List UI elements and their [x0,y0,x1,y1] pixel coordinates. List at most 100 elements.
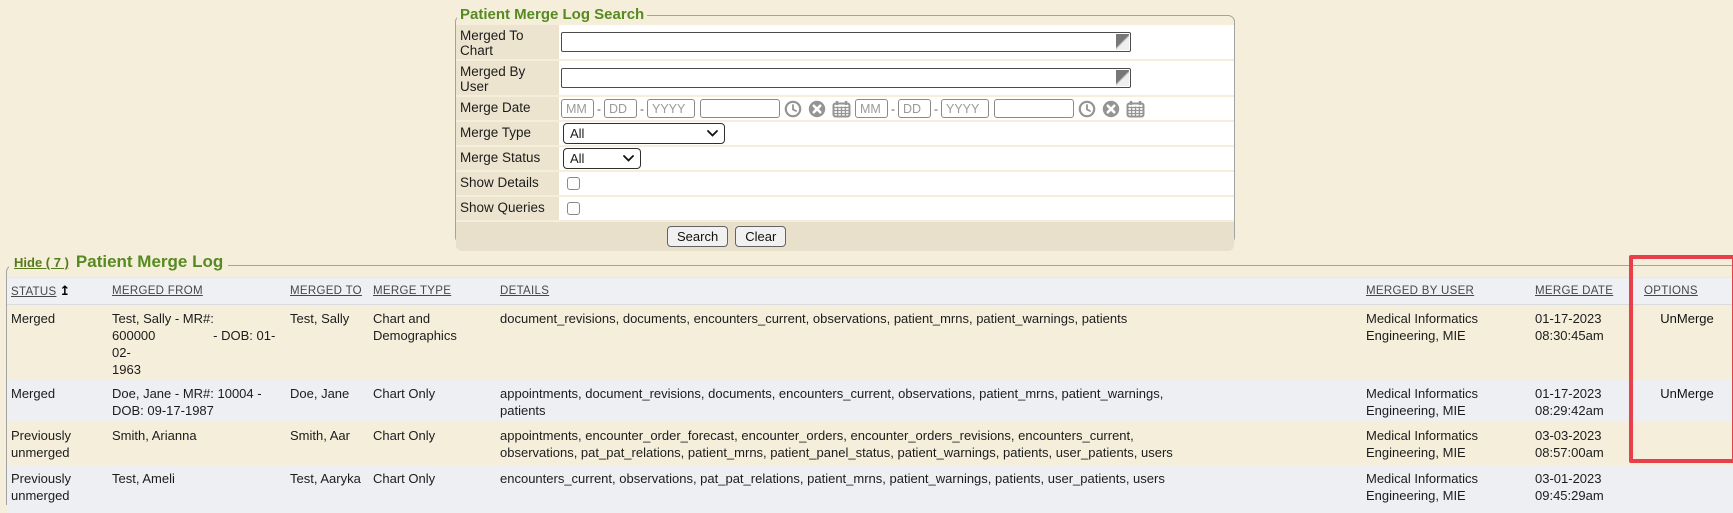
column-header-merged-to[interactable]: MERGED TO [290,285,362,297]
row-show-details: Show Details [456,172,1234,197]
details-cell: encounters_current, observations, pat_pa… [496,465,1362,513]
show-details-checkbox[interactable] [567,177,580,190]
date-separator: - [597,102,601,116]
merge-type-cell: Chart Only [369,422,496,465]
date-separator: - [891,102,895,116]
options-cell [1640,422,1733,465]
log-section-title: Patient Merge Log [76,252,223,272]
chevron-down-icon [707,130,718,137]
clear-button[interactable]: Clear [735,226,786,247]
sort-ascending-icon: ↥ [59,284,70,299]
merge-date-cell: 03-01-2023 09:45:29am [1531,465,1640,513]
form-button-bar: Search Clear [456,222,1234,251]
merged-to-chart-label: Merged To Chart [456,25,559,59]
merged-to-cell: Test, Sally [286,305,369,381]
clear-date-icon[interactable] [1102,100,1120,118]
clock-icon[interactable] [784,100,802,118]
merge-date-cell: 01-17-2023 08:29:42am [1531,380,1640,422]
merged-by-user-label: Merged By User [456,61,559,95]
merge-date-end-day-input[interactable] [898,99,931,118]
table-row: Previously unmerged Test, Ameli Test, Aa… [7,465,1733,513]
merge-date-start-time-input[interactable] [700,99,780,118]
chevron-down-icon [623,155,634,162]
show-details-label: Show Details [456,172,559,195]
unmerge-link[interactable]: UnMerge [1660,311,1713,326]
merged-from-cell: Test, Sally - MR#: 600000 - DOB: 01-02- … [108,305,286,381]
search-button[interactable]: Search [667,226,728,247]
row-merge-type: Merge Type All [456,122,1234,147]
table-row: Merged Test, Sally - MR#: 600000 - DOB: … [7,305,1733,381]
unmerge-link[interactable]: UnMerge [1660,386,1713,401]
merge-date-start-year-input[interactable] [647,99,695,118]
merged-from-cell: Doe, Jane - MR#: 10004 - DOB: 09-17-1987 [108,380,286,422]
merged-to-cell: Smith, Aar [286,422,369,465]
merged-to-cell: Test, Aaryka [286,465,369,513]
row-merge-status: Merge Status All [456,147,1234,172]
merge-type-selected-value: All [570,126,584,141]
merge-type-cell: Chart Only [369,465,496,513]
patient-merge-log-search-form: Patient Merge Log Search Merged To Chart… [455,6,1235,244]
merged-to-cell: Doe, Jane [286,380,369,422]
column-header-merged-from[interactable]: MERGED FROM [112,285,203,297]
table-header-row: STATUS↥ MERGED FROM MERGED TO MERGE TYPE… [7,278,1733,305]
merge-type-select[interactable]: All [563,123,725,144]
merged-from-cell: Smith, Arianna [108,422,286,465]
date-separator: - [934,102,938,116]
merge-log-table: STATUS↥ MERGED FROM MERGED TO MERGE TYPE… [7,277,1733,513]
merged-to-chart-input[interactable] [561,32,1131,52]
date-separator: - [640,102,644,116]
merge-date-cell: 03-03-2023 08:57:00am [1531,422,1640,465]
row-show-queries: Show Queries [456,197,1234,222]
merge-date-start-day-input[interactable] [604,99,637,118]
column-header-merged-by-user[interactable]: MERGED BY USER [1366,285,1474,297]
merged-from-cell: Test, Ameli [108,465,286,513]
merge-status-selected-value: All [570,151,584,166]
merge-date-cell: 01-17-2023 08:30:45am [1531,305,1640,381]
merged-by-user-cell: Medical Informatics Engineering, MIE [1362,380,1531,422]
row-merged-to-chart: Merged To Chart [456,25,1234,61]
merge-type-cell: Chart Only [369,380,496,422]
merged-by-user-cell: Medical Informatics Engineering, MIE [1362,422,1531,465]
merged-by-user-cell: Medical Informatics Engineering, MIE [1362,305,1531,381]
page: { "colors": { "accent_green": "#578a21",… [0,0,1733,503]
row-merged-by-user: Merged By User [456,61,1234,97]
status-cell: Previously unmerged [7,422,108,465]
merged-by-user-cell: Medical Informatics Engineering, MIE [1362,465,1531,513]
status-cell: Merged [7,305,108,381]
merge-type-cell: Chart and Demographics [369,305,496,381]
merge-date-end-time-input[interactable] [994,99,1074,118]
show-queries-checkbox[interactable] [567,202,580,215]
details-cell: appointments, document_revisions, docume… [496,380,1362,422]
row-merge-date: Merge Date - - - - [456,97,1234,122]
merge-date-end-month-input[interactable] [855,99,888,118]
column-header-details[interactable]: DETAILS [500,285,549,297]
show-queries-label: Show Queries [456,197,559,220]
calendar-icon[interactable] [1126,100,1145,118]
search-form-title: Patient Merge Log Search [457,6,647,24]
options-cell [1640,465,1733,513]
merge-type-label: Merge Type [456,122,559,145]
merge-date-start-month-input[interactable] [561,99,594,118]
details-cell: appointments, encounter_order_forecast, … [496,422,1362,465]
table-row: Merged Doe, Jane - MR#: 10004 - DOB: 09-… [7,380,1733,422]
details-cell: document_revisions, documents, encounter… [496,305,1362,381]
merge-date-end-year-input[interactable] [941,99,989,118]
column-header-options[interactable]: OPTIONS [1644,285,1698,297]
column-header-status[interactable]: STATUS [11,286,56,298]
calendar-icon[interactable] [832,100,851,118]
column-header-merge-type[interactable]: MERGE TYPE [373,285,451,297]
log-section-legend: Hide ( 7 ) Patient Merge Log [9,252,228,272]
merge-status-label: Merge Status [456,147,559,170]
table-row: Previously unmerged Smith, Arianna Smith… [7,422,1733,465]
merge-date-label: Merge Date [456,97,559,120]
merge-status-select[interactable]: All [563,148,641,169]
clock-icon[interactable] [1078,100,1096,118]
clear-date-icon[interactable] [808,100,826,118]
status-cell: Previously unmerged [7,465,108,513]
status-cell: Merged [7,380,108,422]
patient-merge-log-section: Hide ( 7 ) Patient Merge Log STATUS↥ MER… [6,265,1733,505]
search-form-rows: Merged To Chart Merged By User Merge Dat… [456,25,1234,251]
merged-by-user-input[interactable] [561,68,1131,88]
hide-link[interactable]: Hide ( 7 ) [14,255,69,270]
column-header-merge-date[interactable]: MERGE DATE [1535,285,1613,297]
